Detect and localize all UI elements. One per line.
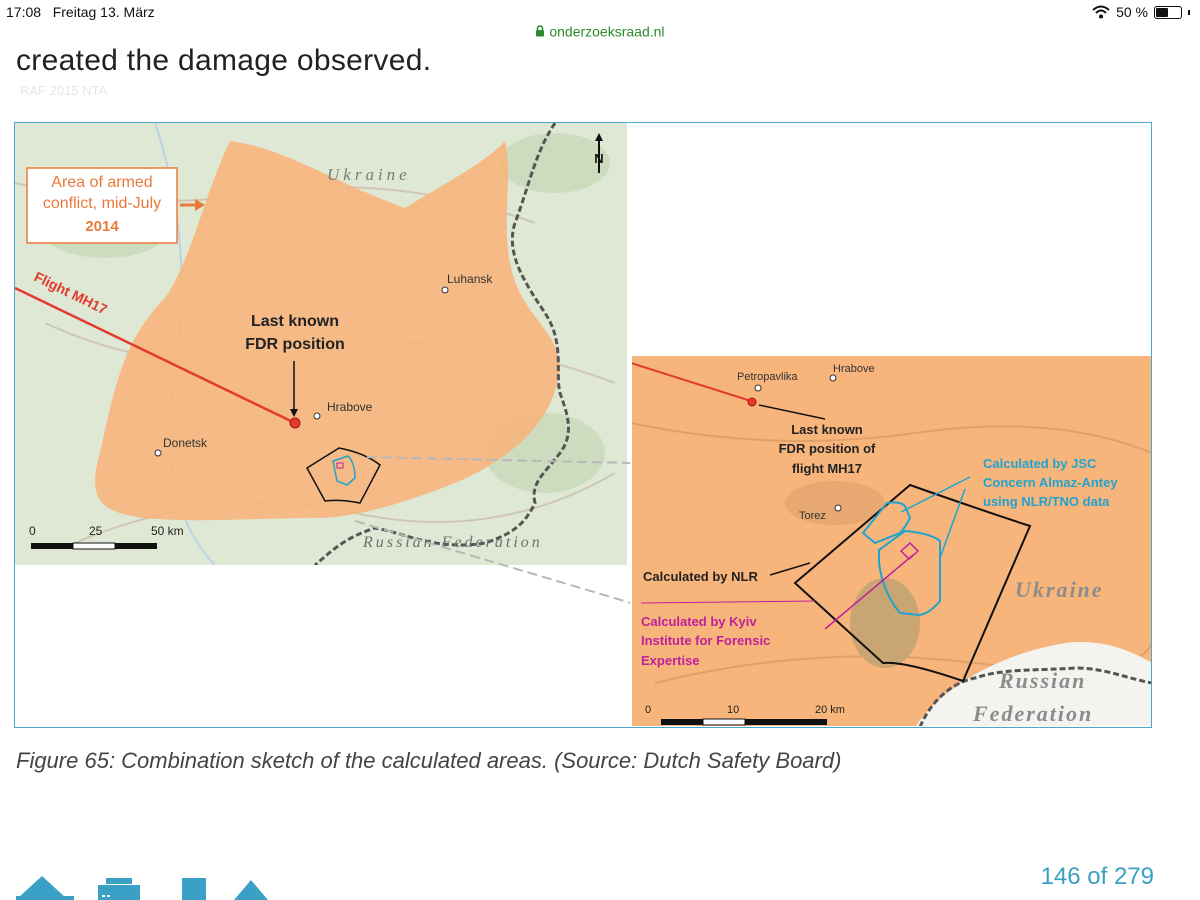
hrabove-marker xyxy=(829,374,837,382)
north-label: N xyxy=(594,151,603,166)
body-text-line: created the damage observed. xyxy=(16,44,432,77)
inset-city-label: Petropavlika xyxy=(737,371,798,383)
inset-country-label: Ukraine xyxy=(1015,577,1104,602)
status-time: 17:08 xyxy=(6,4,42,20)
scale-bar-black xyxy=(31,543,73,549)
print-icon[interactable] xyxy=(96,872,142,900)
status-time-date: 17:08 Freitag 13. März xyxy=(6,4,155,20)
city-label-donetsk: Donetsk xyxy=(163,436,208,450)
kyiv-label: Calculated by Kyiv xyxy=(641,614,757,629)
jsc-label: using NLR/TNO data xyxy=(983,494,1110,509)
page-counter: 146 of 279 xyxy=(1040,863,1154,890)
inset-country-label: Russian xyxy=(998,668,1086,693)
wifi-icon xyxy=(1092,5,1110,19)
country-label-ukraine: Ukraine xyxy=(327,165,411,184)
figure-caption: Figure 65: Combination sketch of the cal… xyxy=(16,748,842,773)
kyiv-label: Institute for Forensic xyxy=(641,633,770,648)
donetsk-marker xyxy=(154,449,162,457)
city-label-hrabove: Hrabove xyxy=(327,400,373,414)
inset-fdr-label: FDR position of xyxy=(779,441,876,456)
inset-scale-label: 10 xyxy=(727,704,739,716)
country-label-russia: Russian Federation xyxy=(362,534,543,551)
legend-text: conflict, mid-July xyxy=(43,195,161,212)
inset-fdr-marker xyxy=(747,397,757,407)
battery-text: 50 % xyxy=(1116,4,1148,20)
battery-fill xyxy=(1156,7,1168,17)
inset-scale-bar-black xyxy=(661,719,703,725)
petropavlika-marker xyxy=(754,384,762,392)
fdr-label: FDR position xyxy=(245,336,345,353)
figure-frame: Area of armed conflict, mid-July 2014 Uk… xyxy=(14,122,1152,728)
torez-marker xyxy=(834,504,842,512)
up-icon[interactable] xyxy=(232,872,270,900)
battery-nub xyxy=(1188,9,1190,15)
pages-icon[interactable] xyxy=(14,872,76,900)
inset-scale-bar-black xyxy=(745,719,827,725)
inset-city-label: Torez xyxy=(799,510,826,522)
legend-text: Area of armed xyxy=(51,174,152,191)
last-fdr-marker xyxy=(289,417,301,429)
inset-scale-label: 20 km xyxy=(815,704,845,716)
stop-icon[interactable] xyxy=(182,872,208,900)
inset-city-label: Hrabove xyxy=(833,363,875,375)
lock-icon xyxy=(536,25,545,37)
left-map: Area of armed conflict, mid-July 2014 Uk… xyxy=(15,123,627,565)
inset-scale-label: 0 xyxy=(645,704,651,716)
legend-text: 2014 xyxy=(85,218,119,235)
scale-label: 25 xyxy=(89,524,103,538)
nlr-label: Calculated by NLR xyxy=(643,569,758,584)
jsc-label: Calculated by JSC xyxy=(983,456,1097,471)
battery-icon xyxy=(1154,5,1182,19)
inset-settlement xyxy=(850,578,920,668)
scale-bar-black xyxy=(115,543,157,549)
kyiv-label: Expertise xyxy=(641,653,700,668)
address-bar[interactable]: onderzoeksraad.nl xyxy=(0,22,1200,39)
scale-label: 0 xyxy=(29,524,36,538)
jsc-label: Concern Almaz-Antey xyxy=(983,475,1118,490)
inset-country-label: Federation xyxy=(972,701,1093,726)
figure-map: Area of armed conflict, mid-July 2014 Uk… xyxy=(15,123,1151,727)
luhansk-marker xyxy=(441,286,449,294)
inset-map: Petropavlika Hrabove Torez Last known FD… xyxy=(631,355,1151,727)
hrabove-marker xyxy=(313,412,321,420)
scale-bar-white xyxy=(72,542,116,550)
inset-fdr-label: Last known xyxy=(791,422,863,437)
inset-scale-bar-white xyxy=(702,718,746,726)
url-text: onderzoeksraad.nl xyxy=(549,23,665,40)
status-right: 50 % xyxy=(1092,4,1190,20)
city-label-luhansk: Luhansk xyxy=(447,272,493,286)
inset-fdr-label: flight MH17 xyxy=(792,461,862,476)
fdr-label: Last known xyxy=(251,313,339,330)
scale-label: 50 km xyxy=(151,524,184,538)
status-date: Freitag 13. März xyxy=(52,4,155,20)
faint-text: RAF 2015 NTA xyxy=(20,83,108,98)
